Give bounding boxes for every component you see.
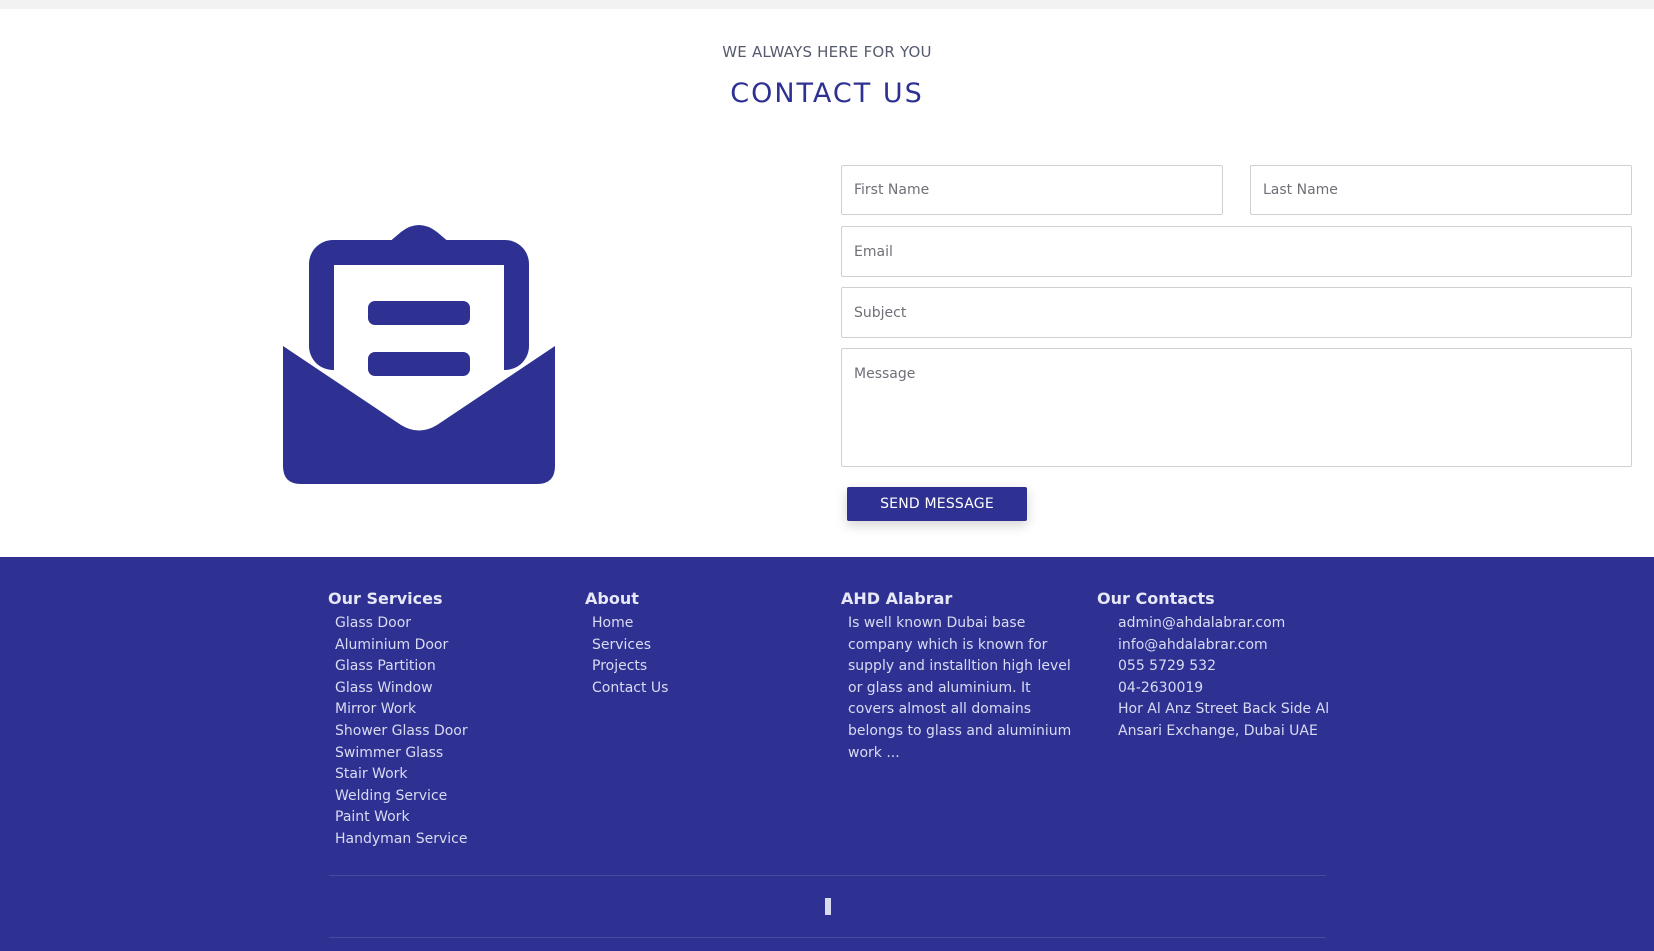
footer-nav-link-projects[interactable]: Projects [592,656,668,678]
open-envelope-icon [283,212,555,484]
footer-nav-link-services[interactable]: Services [592,635,668,657]
footer-service-link[interactable]: Glass Partition [335,656,468,678]
footer-service-link[interactable]: Welding Service [335,786,468,808]
footer-divider-top [329,875,1326,876]
send-message-button[interactable]: SEND MESSAGE [847,487,1027,521]
subject-field[interactable] [841,287,1632,338]
footer-service-link[interactable]: Handyman Service [335,829,468,851]
top-strip [0,0,1654,9]
footer-service-link[interactable]: Shower Glass Door [335,721,468,743]
last-name-field[interactable] [1250,165,1632,215]
footer-service-link[interactable]: Glass Window [335,678,468,700]
footer-service-link[interactable]: Swimmer Glass [335,743,468,765]
footer-contacts-column: Our Contacts admin@ahdalabrar.com info@a… [1097,587,1348,743]
text-cursor-marker [825,898,831,915]
footer-divider-bottom [329,937,1326,938]
footer-about-column: About Home Services Projects Contact Us [585,587,668,699]
footer-service-link[interactable]: Aluminium Door [335,635,468,657]
footer-nav-link-home[interactable]: Home [592,613,668,635]
message-field[interactable] [841,348,1632,467]
footer-contacts-title: Our Contacts [1097,589,1215,608]
company-description: Is well known Dubai base company which i… [848,615,1072,761]
footer-service-link[interactable]: Paint Work [335,807,468,829]
footer-service-link[interactable]: Mirror Work [335,699,468,721]
page-title: CONTACT US [730,78,924,109]
footer-company-title: AHD Alabrar [841,589,953,608]
contact-email-info[interactable]: info@ahdalabrar.com [1104,635,1348,657]
footer-company-column: AHD Alabrar Is well known Dubai base com… [841,587,1073,764]
footer-service-link[interactable]: Glass Door [335,613,468,635]
contact-email-admin[interactable]: admin@ahdalabrar.com [1104,613,1348,635]
footer-nav-link-contact[interactable]: Contact Us [592,678,668,700]
contact-address-line-2: Ansari Exchange, Dubai UAE [1118,722,1318,739]
email-field[interactable] [841,226,1632,277]
first-name-field[interactable] [841,165,1223,215]
footer-services-title: Our Services [328,589,443,608]
footer-about-title: About [585,589,639,608]
contact-phone-mobile[interactable]: 055 5729 532 [1104,656,1348,678]
site-footer: Our Services Glass Door Aluminium Door G… [0,557,1654,951]
footer-services-column: Our Services Glass Door Aluminium Door G… [328,587,468,851]
contact-phone-landline[interactable]: 04-2630019 [1104,678,1348,700]
section-tagline: WE ALWAYS HERE FOR YOU [722,43,932,61]
footer-service-link[interactable]: Stair Work [335,764,468,786]
contact-address-line-1: Hor Al Anz Street Back Side Al [1118,701,1330,718]
